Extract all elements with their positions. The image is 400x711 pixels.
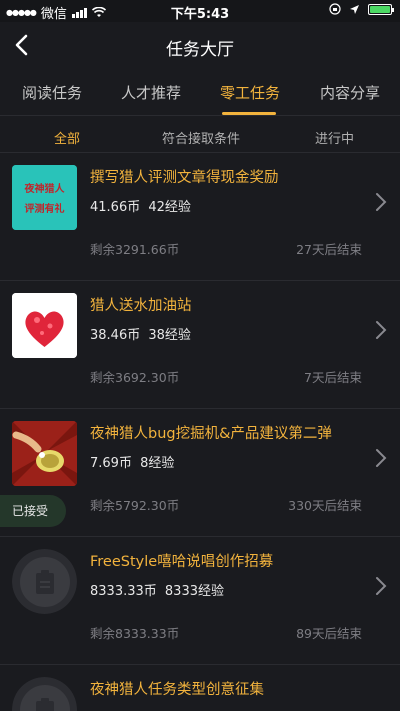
filter-all[interactable]: 全部 bbox=[54, 128, 80, 147]
chevron-right-icon bbox=[376, 577, 387, 595]
filter-in-progress[interactable]: 进行中 bbox=[315, 128, 354, 147]
active-tab-indicator bbox=[222, 112, 276, 115]
thumb-caption-1: 夜神猎人 bbox=[24, 182, 66, 195]
tab-talent-referral[interactable]: 人才推荐 bbox=[121, 82, 181, 103]
filter-eligible[interactable]: 符合接取条件 bbox=[162, 128, 240, 147]
location-arrow-icon bbox=[350, 4, 359, 14]
chevron-right-icon bbox=[376, 321, 387, 339]
task-title: 夜神猎人bug挖掘机&产品建议第二弹 bbox=[90, 426, 332, 442]
task-remaining: 剩余8333.33币 bbox=[90, 626, 180, 641]
clipboard-placeholder-icon bbox=[12, 677, 77, 711]
task-reward: 7.69币 8经验 bbox=[90, 452, 174, 471]
nav-bar: 任务大厅 bbox=[0, 22, 400, 70]
task-coins: 8333.33币 bbox=[90, 584, 157, 599]
task-exp: 38经验 bbox=[148, 328, 191, 343]
page-title: 任务大厅 bbox=[166, 40, 234, 60]
status-right bbox=[329, 3, 394, 15]
task-remaining: 剩余3692.30币 bbox=[90, 370, 180, 385]
task-title: 撰写猎人评测文章得现金奖励 bbox=[90, 170, 279, 186]
chevron-right-icon bbox=[376, 449, 387, 467]
task-item[interactable]: FreeStyle嘻哈说唱创作招募 8333.33币 8333经验 剩余8333… bbox=[0, 536, 400, 664]
task-thumbnail: 夜神猎人 评测有礼 bbox=[12, 165, 77, 230]
rotation-lock-icon bbox=[329, 3, 341, 15]
tab-content-sharing[interactable]: 内容分享 bbox=[320, 82, 380, 103]
task-exp: 42经验 bbox=[148, 200, 191, 215]
battery-icon bbox=[368, 3, 394, 15]
task-item[interactable]: 夜神猎人 评测有礼 撰写猎人评测文章得现金奖励 41.66币 42经验 剩余32… bbox=[0, 152, 400, 280]
task-filters: 全部 符合接取条件 进行中 bbox=[0, 116, 400, 156]
task-deadline: 89天后结束 bbox=[296, 626, 362, 641]
task-reward: 8333.33币 8333经验 bbox=[90, 580, 224, 599]
task-reward: 38.46币 38经验 bbox=[90, 324, 191, 343]
thumb-caption-2: 评测有礼 bbox=[25, 202, 65, 215]
task-deadline: 7天后结束 bbox=[304, 370, 362, 385]
task-remaining: 剩余3291.66币 bbox=[90, 242, 180, 257]
task-item[interactable]: 猎人送水加油站 38.46币 38经验 剩余3692.30币 7天后结束 bbox=[0, 280, 400, 408]
task-deadline: 27天后结束 bbox=[296, 242, 362, 257]
task-coins: 38.46币 bbox=[90, 328, 141, 343]
task-exp: 8经验 bbox=[140, 456, 175, 471]
task-coins: 41.66币 bbox=[90, 200, 141, 215]
task-title: 猎人送水加油站 bbox=[90, 298, 192, 314]
tab-reading[interactable]: 阅读任务 bbox=[22, 82, 82, 103]
task-title: FreeStyle嘻哈说唱创作招募 bbox=[90, 554, 274, 570]
chevron-right-icon bbox=[376, 193, 387, 211]
heart-thumbnail-icon bbox=[12, 293, 77, 358]
clipboard-placeholder-icon bbox=[12, 549, 77, 614]
bug-thumbnail-icon bbox=[12, 421, 77, 486]
task-deadline: 330天后结束 bbox=[288, 498, 362, 513]
task-title: 夜神猎人任务类型创意征集 bbox=[90, 682, 264, 698]
tab-gig-tasks[interactable]: 零工任务 bbox=[220, 82, 280, 103]
status-bar: ●●●●● 微信 下午5:43 bbox=[0, 0, 400, 22]
accepted-badge: 已接受 bbox=[0, 495, 66, 527]
task-reward: 41.66币 42经验 bbox=[90, 196, 191, 215]
task-item[interactable]: 夜神猎人任务类型创意征集 bbox=[0, 664, 400, 711]
task-exp: 8333经验 bbox=[164, 584, 224, 599]
task-remaining: 剩余5792.30币 bbox=[90, 498, 180, 513]
task-category-tabs: 阅读任务 人才推荐 零工任务 内容分享 bbox=[0, 70, 400, 116]
task-coins: 7.69币 bbox=[90, 456, 132, 471]
